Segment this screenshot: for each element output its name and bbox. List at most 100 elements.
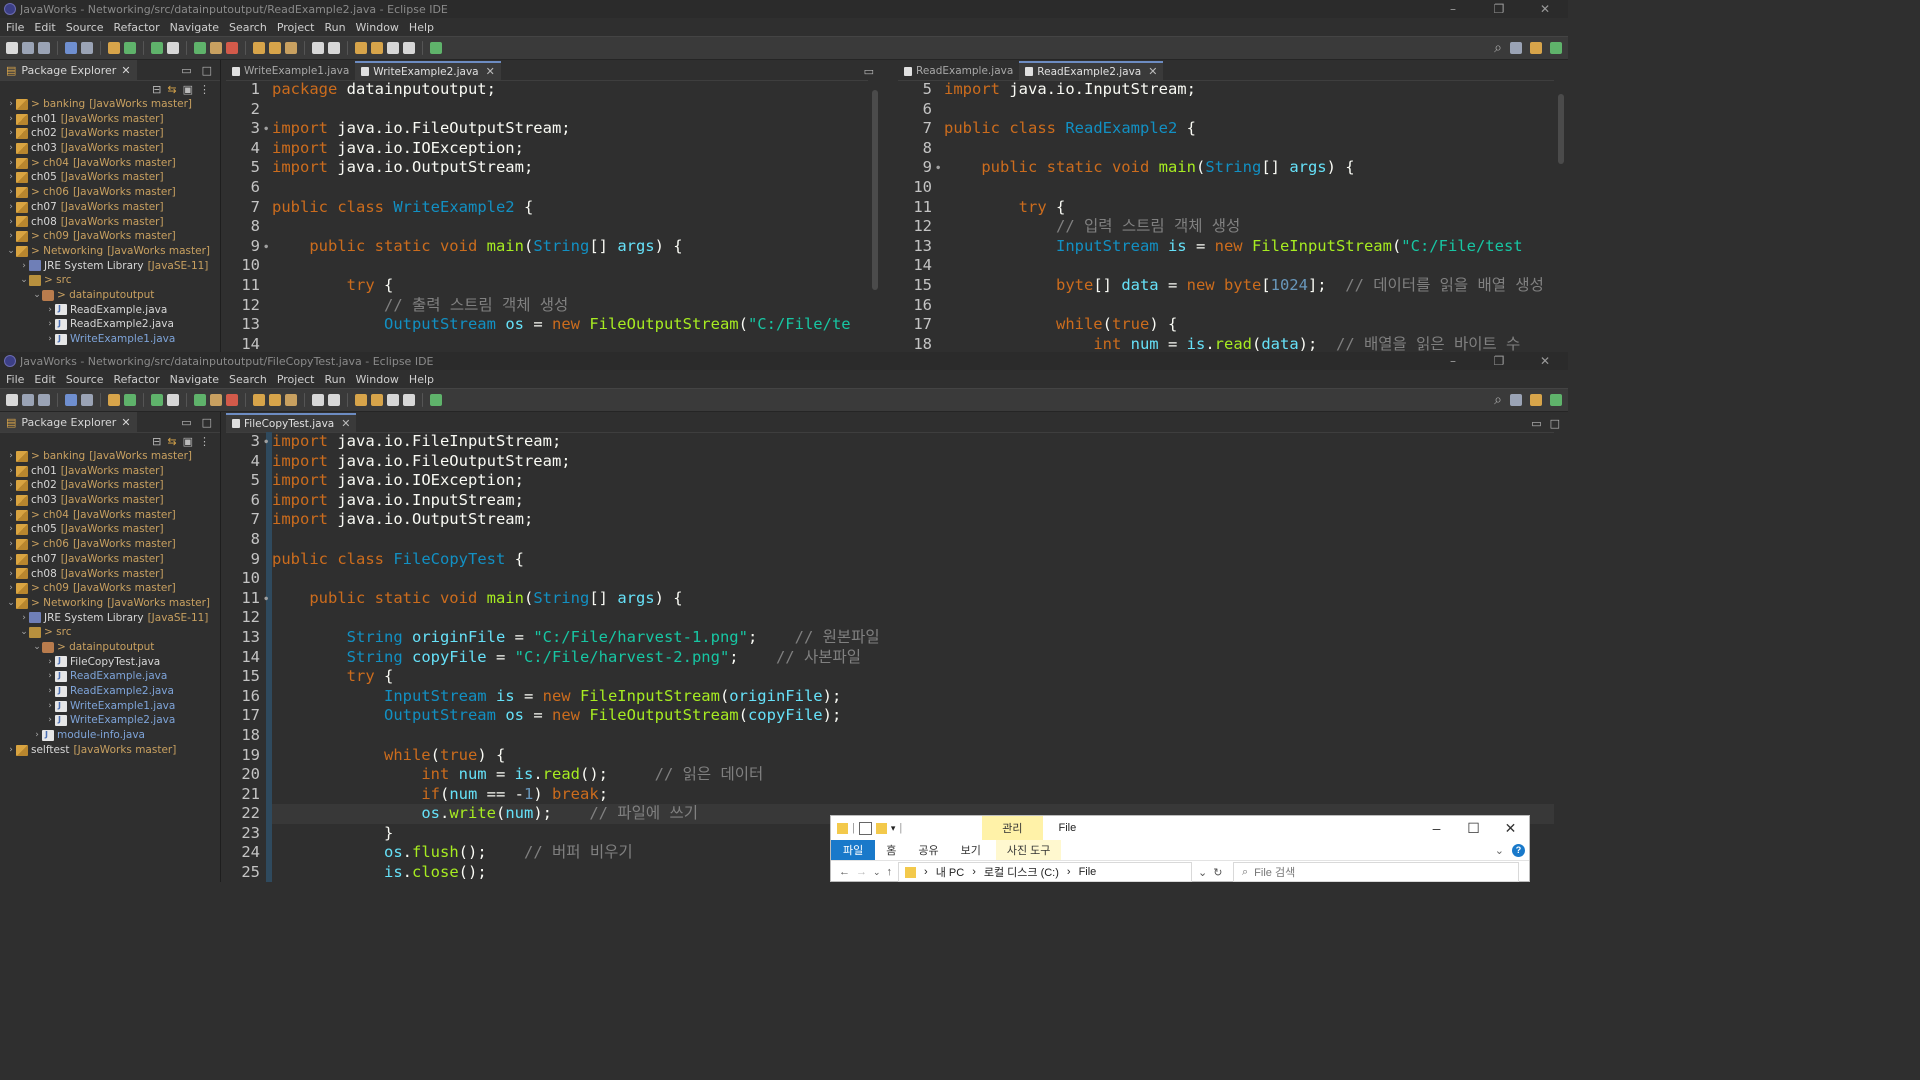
tab-package-explorer[interactable]: ▤ Package Explorer ✕ bbox=[0, 60, 137, 80]
close-icon[interactable]: ✕ bbox=[1148, 65, 1157, 78]
code-line[interactable]: 11 public static void main(String[] args… bbox=[226, 588, 1554, 609]
tree-item[interactable]: › ch01 [JavaWorks master] bbox=[0, 112, 220, 127]
tree-item[interactable]: › ch03 [JavaWorks master] bbox=[0, 493, 220, 508]
code-line[interactable]: 11 try { bbox=[226, 276, 868, 296]
code-line[interactable]: 2 bbox=[226, 100, 868, 120]
close-icon[interactable]: ✕ bbox=[121, 416, 130, 429]
code-line[interactable]: 14 bbox=[226, 335, 868, 352]
code-line[interactable]: 17 OutputStream os = new FileOutputStrea… bbox=[226, 706, 1554, 726]
chevron-down-icon[interactable]: ▾ bbox=[891, 823, 896, 834]
menu-search[interactable]: Search bbox=[227, 373, 275, 386]
help-icon[interactable]: ? bbox=[1512, 843, 1525, 857]
next-edit-icon[interactable] bbox=[371, 42, 383, 54]
skip-icon[interactable] bbox=[81, 42, 93, 54]
expand-right-icon[interactable]: › bbox=[6, 552, 16, 567]
maximize-button[interactable]: ☐ bbox=[1455, 820, 1492, 837]
expand-down-icon[interactable]: ⌄ bbox=[32, 640, 42, 655]
code-text[interactable]: byte[] data = new byte[1024]; // 데이터를 읽을… bbox=[944, 276, 1554, 296]
tree-item[interactable]: › ReadExample2.java bbox=[0, 684, 220, 699]
code-line[interactable]: 13 OutputStream os = new FileOutputStrea… bbox=[226, 315, 868, 335]
terminal-icon[interactable] bbox=[65, 42, 77, 54]
code-text[interactable] bbox=[272, 178, 868, 198]
menu-help[interactable]: Help bbox=[407, 373, 442, 386]
expand-down-icon[interactable]: ⌄ bbox=[6, 244, 16, 259]
new-project-icon[interactable] bbox=[108, 394, 120, 406]
minimize-view-icon[interactable]: ▭ bbox=[181, 416, 191, 429]
expand-right-icon[interactable]: › bbox=[19, 259, 29, 274]
expand-right-icon[interactable]: › bbox=[45, 655, 55, 670]
new-icon[interactable] bbox=[6, 394, 18, 406]
menu-file[interactable]: File bbox=[4, 373, 32, 386]
code-line[interactable]: 12 // 출력 스트림 객체 생성 bbox=[226, 296, 868, 316]
code-line[interactable]: 4 import java.io.FileOutputStream; bbox=[226, 451, 1554, 472]
code-text[interactable] bbox=[272, 569, 1554, 589]
expand-down-icon[interactable]: ⌄ bbox=[19, 273, 29, 288]
link-editor-icon[interactable]: ⇆ bbox=[167, 435, 176, 448]
tab-package-explorer[interactable]: ▤ Package Explorer ✕ bbox=[0, 412, 137, 432]
save-icon[interactable] bbox=[22, 394, 34, 406]
search-icon[interactable] bbox=[285, 42, 297, 54]
search-icon[interactable]: ⌕ bbox=[1494, 40, 1502, 56]
expand-right-icon[interactable]: › bbox=[45, 317, 55, 332]
save-all-icon[interactable] bbox=[38, 42, 50, 54]
code-text[interactable] bbox=[944, 139, 1554, 159]
refresh-icon[interactable]: ↻ bbox=[1213, 866, 1222, 879]
code-line[interactable]: 15 try { bbox=[226, 667, 1554, 687]
tree-item[interactable]: › ch07 [JavaWorks master] bbox=[0, 552, 220, 567]
address-bar[interactable]: › 내 PC › 로컬 디스크 (C:) › File bbox=[898, 862, 1193, 882]
focus-icon[interactable]: ▣ bbox=[183, 435, 193, 448]
tree-item[interactable]: › > banking [JavaWorks master] bbox=[0, 449, 220, 464]
code-text[interactable] bbox=[272, 256, 868, 276]
code-text[interactable]: import java.io.OutputStream; bbox=[272, 158, 868, 178]
expand-right-icon[interactable]: › bbox=[6, 170, 16, 185]
code-text[interactable]: public class WriteExample2 { bbox=[272, 198, 868, 218]
minimize-button[interactable]: – bbox=[1430, 2, 1476, 16]
tree-item[interactable]: › > ch09 [JavaWorks master] bbox=[0, 581, 220, 596]
new-class-icon[interactable] bbox=[124, 42, 136, 54]
expand-right-icon[interactable]: › bbox=[6, 581, 16, 596]
tree-item[interactable]: › > ch06 [JavaWorks master] bbox=[0, 185, 220, 200]
code-editor[interactable]: 1 package datainputoutput; 23import java.i… bbox=[226, 80, 868, 352]
menu-run[interactable]: Run bbox=[322, 21, 353, 34]
tree-item[interactable]: › selftest [JavaWorks master] bbox=[0, 743, 220, 758]
code-line[interactable]: 19 while(true) { bbox=[226, 745, 1554, 766]
tree-item[interactable]: › JRE System Library [JavaSE-11] bbox=[0, 611, 220, 626]
debug-icon[interactable] bbox=[151, 42, 163, 54]
code-line[interactable]: 13 String originFile = "C:/File/harvest-… bbox=[226, 627, 1554, 648]
tree-item[interactable]: › ch01 [JavaWorks master] bbox=[0, 464, 220, 479]
collapse-all-icon[interactable]: ⊟ bbox=[152, 83, 161, 96]
expand-right-icon[interactable]: › bbox=[45, 684, 55, 699]
open-perspective-icon[interactable] bbox=[1510, 42, 1522, 54]
tree-item[interactable]: › ch02 [JavaWorks master] bbox=[0, 126, 220, 141]
code-line[interactable]: 12 // 입력 스트림 객체 생성 bbox=[898, 217, 1554, 237]
coverage-icon[interactable] bbox=[167, 394, 179, 406]
code-text[interactable]: if(num == -1) break; bbox=[272, 785, 1554, 805]
code-line[interactable]: 15 byte[] data = new byte[1024]; // 데이터를… bbox=[898, 276, 1554, 296]
tree-item[interactable]: › ReadExample.java bbox=[0, 669, 220, 684]
tree-item[interactable]: › ch08 [JavaWorks master] bbox=[0, 567, 220, 582]
java-perspective-icon[interactable] bbox=[1530, 394, 1542, 406]
minimize-view-icon[interactable]: ▭ bbox=[181, 64, 191, 77]
code-text[interactable]: public static void main(String[] args) { bbox=[272, 237, 868, 257]
view-menu-icon[interactable]: ⋮ bbox=[199, 435, 210, 448]
code-text[interactable] bbox=[272, 100, 868, 120]
editor-tab[interactable]: FileCopyTest.java ✕ bbox=[226, 413, 357, 432]
code-line[interactable]: 12 bbox=[226, 608, 1554, 628]
tree-item[interactable]: › ch07 [JavaWorks master] bbox=[0, 200, 220, 215]
code-line[interactable]: 18 int num = is.read(data); // 배열을 읽은 바이… bbox=[898, 335, 1554, 352]
menu-search[interactable]: Search bbox=[227, 21, 275, 34]
code-text[interactable]: try { bbox=[272, 667, 1554, 687]
code-line[interactable]: 7 public class ReadExample2 { bbox=[898, 119, 1554, 139]
expand-right-icon[interactable]: › bbox=[6, 464, 16, 479]
expand-right-icon[interactable]: › bbox=[6, 126, 16, 141]
menu-project[interactable]: Project bbox=[275, 21, 323, 34]
tree-item[interactable]: ⌄ > src bbox=[0, 625, 220, 640]
expand-right-icon[interactable]: › bbox=[45, 669, 55, 684]
restore-button[interactable]: ❐ bbox=[1476, 2, 1522, 16]
tree-item[interactable]: ⌄ > Networking [JavaWorks master] bbox=[0, 244, 220, 259]
pin-icon[interactable] bbox=[430, 42, 442, 54]
debug-icon[interactable] bbox=[151, 394, 163, 406]
run-icon[interactable] bbox=[194, 42, 206, 54]
minimize-editor-icon[interactable]: ▭ bbox=[1531, 417, 1541, 430]
view-menu-icon[interactable]: ⋮ bbox=[199, 83, 210, 96]
